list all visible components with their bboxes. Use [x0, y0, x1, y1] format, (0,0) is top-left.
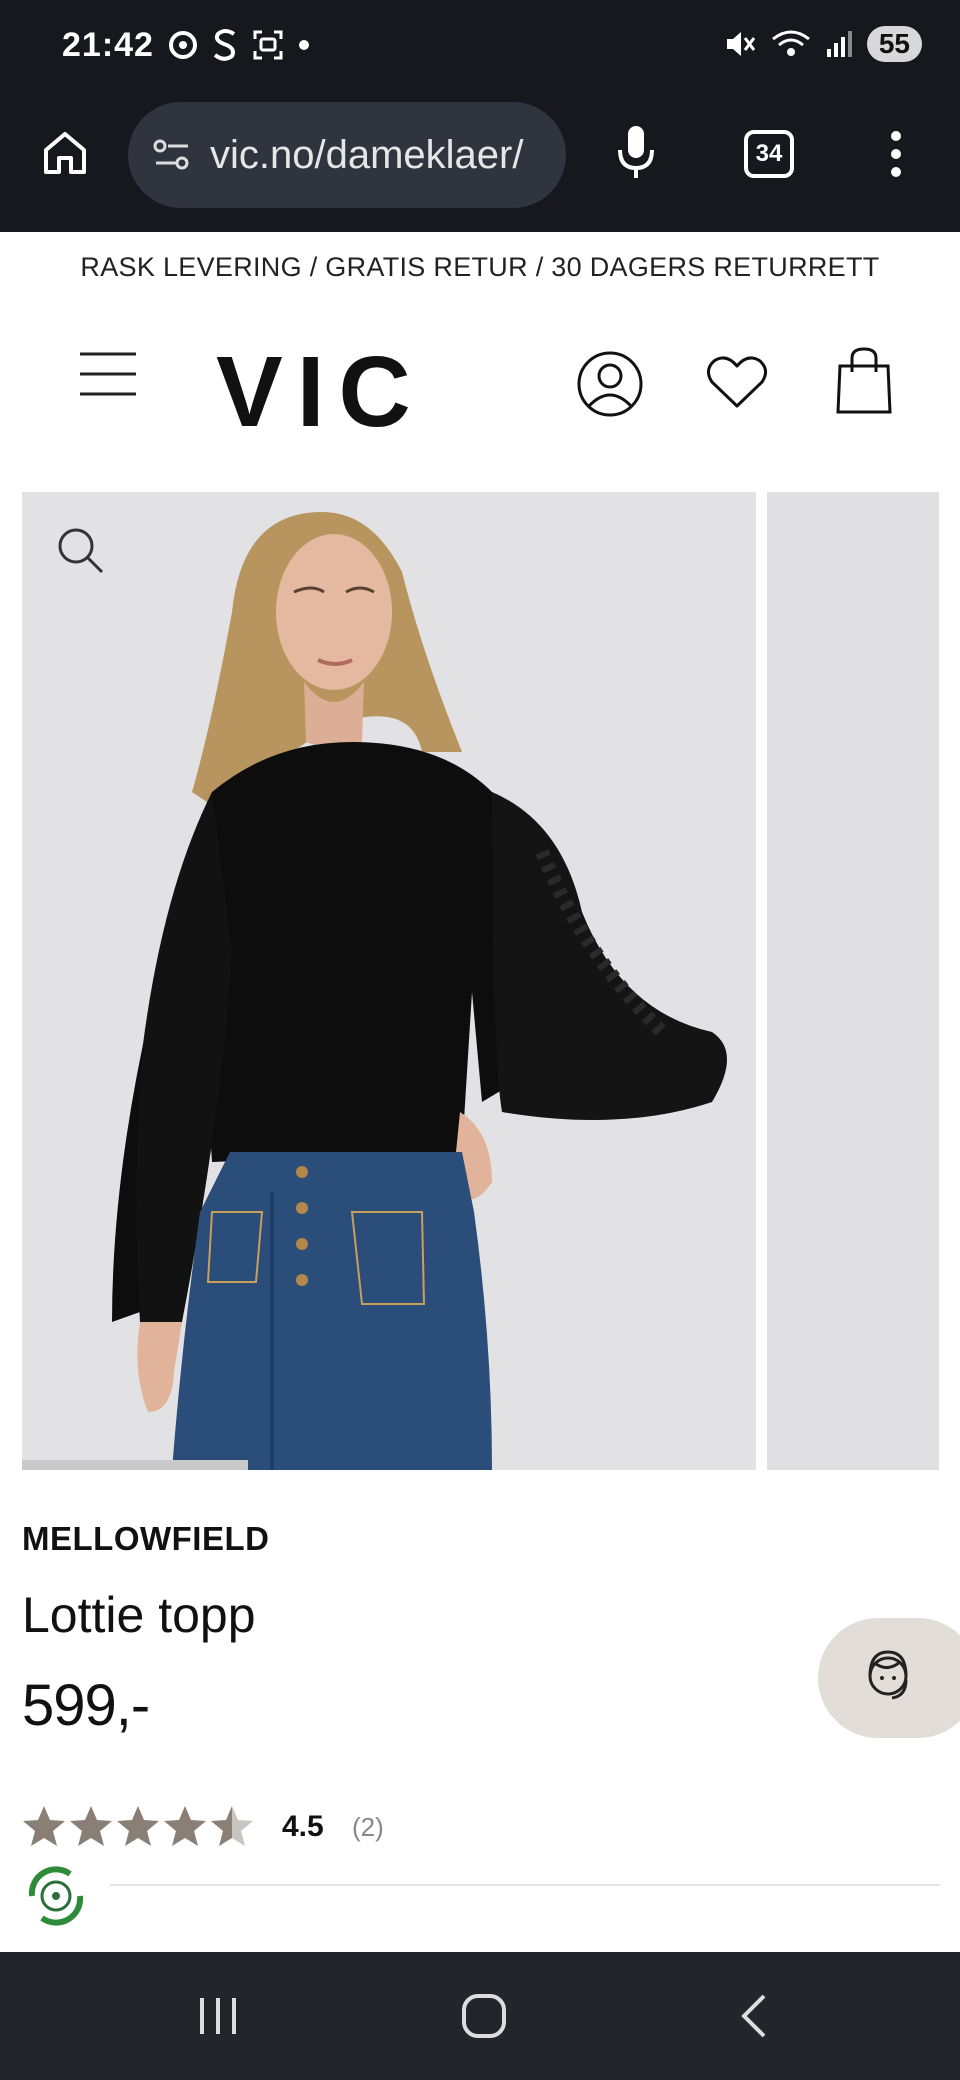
customer-service-icon — [868, 1650, 908, 1700]
divider — [110, 1884, 940, 1886]
promo-banner: RASK LEVERING / GRATIS RETUR / 30 DAGERS… — [80, 251, 880, 282]
menu-icon[interactable] — [78, 350, 138, 398]
eco-badge-icon[interactable] — [18, 1858, 94, 1934]
more-icon[interactable] — [884, 128, 908, 180]
product-name: Lottie topp — [22, 1587, 256, 1643]
url-text: vic.no/dameklaer/ — [210, 132, 524, 177]
next-product-image[interactable] — [767, 492, 939, 1470]
browser-toolbar: vic.no/dameklaer/ 34 — [0, 100, 960, 232]
product-brand[interactable]: MELLOWFIELD — [22, 1520, 269, 1558]
wifi-icon — [771, 30, 810, 56]
gallery-progress — [22, 1460, 248, 1470]
account-icon[interactable] — [576, 350, 644, 418]
review-count[interactable]: (2) — [352, 1812, 384, 1843]
back-icon[interactable] — [736, 1992, 772, 2040]
mute-icon — [726, 32, 756, 56]
logo[interactable]: VIC — [216, 342, 425, 442]
zoom-icon[interactable] — [56, 526, 106, 576]
screenshot-icon — [253, 30, 283, 60]
s-app-icon — [213, 29, 236, 61]
cart-icon[interactable] — [836, 346, 892, 416]
site-header: VIC — [0, 302, 960, 452]
model-photo — [112, 512, 727, 1470]
chrome-notification-icon — [169, 31, 197, 59]
tabs-icon[interactable]: 34 — [744, 130, 794, 178]
site-settings-icon[interactable] — [152, 137, 192, 173]
rating-value: 4.5 — [282, 1810, 324, 1843]
home-icon[interactable] — [40, 128, 90, 178]
status-right-icons: 55 — [723, 26, 922, 62]
signal-icon — [826, 31, 852, 57]
system-nav-bar — [0, 1952, 960, 2080]
stars-icon — [23, 1806, 253, 1846]
status-bar: 21:42 55 — [0, 0, 960, 100]
wishlist-icon[interactable] — [706, 354, 768, 410]
status-time: 21:42 — [62, 26, 154, 64]
product-image[interactable] — [22, 492, 756, 1470]
customer-service-button[interactable] — [818, 1618, 960, 1738]
status-left-icons — [168, 28, 310, 62]
product-price: 599,- — [22, 1673, 150, 1738]
rating-stars[interactable] — [22, 1804, 260, 1850]
url-field[interactable]: vic.no/dameklaer/ — [128, 102, 566, 208]
recents-icon[interactable] — [196, 1994, 240, 2038]
home-nav-icon[interactable] — [460, 1992, 508, 2040]
dot-icon — [299, 40, 309, 50]
battery-indicator: 55 — [866, 26, 922, 62]
mic-icon[interactable] — [614, 124, 658, 182]
